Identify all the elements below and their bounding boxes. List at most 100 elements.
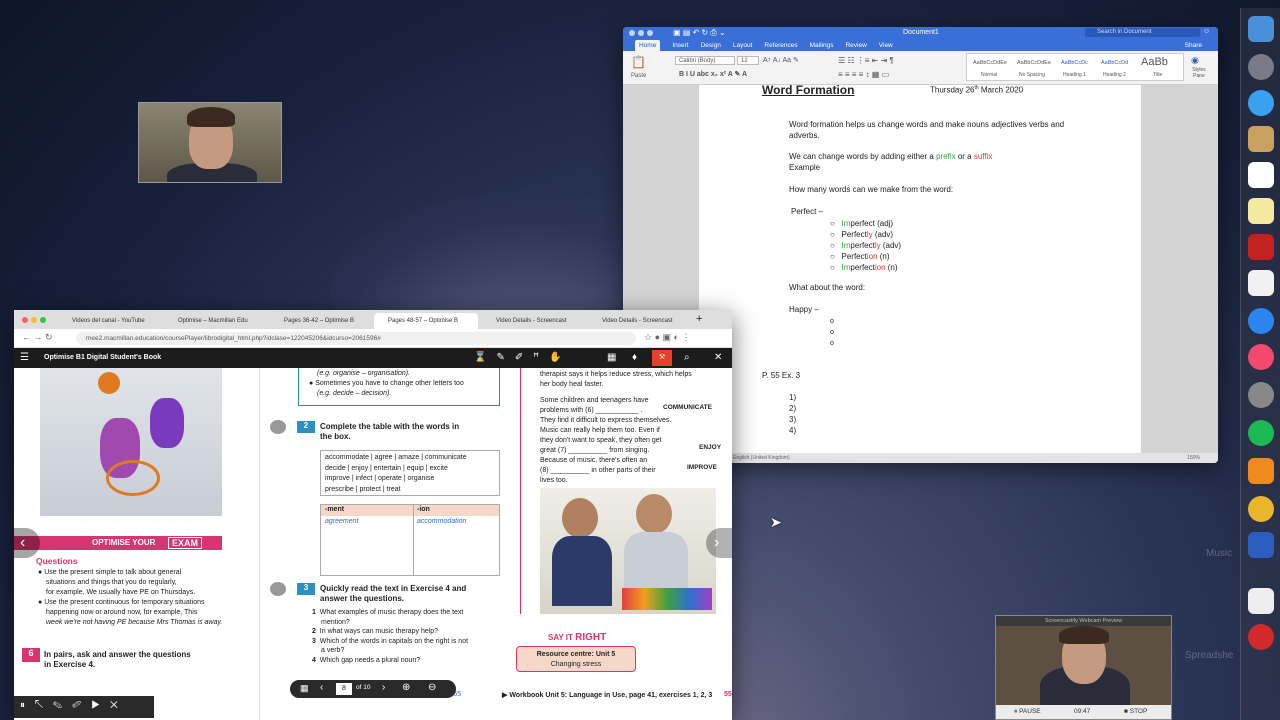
tab-insert[interactable]: Insert [672, 42, 688, 49]
styles-pane-icon[interactable]: ◉ [1191, 55, 1199, 66]
close-icon[interactable] [22, 317, 28, 323]
next-icon[interactable]: › [382, 682, 385, 693]
system-preferences-icon[interactable] [1248, 382, 1274, 408]
style-heading1-preview[interactable]: AaBbCcDc [1061, 60, 1088, 66]
tab-references[interactable]: References [764, 42, 797, 49]
browser-tab[interactable]: Optimise – Macmillan Edu [164, 313, 264, 329]
audio-icon[interactable] [270, 582, 286, 596]
acrobat-icon[interactable] [1248, 234, 1274, 260]
suffix-table: -ment -ion agreement accommodation [320, 504, 500, 576]
browser-tab[interactable]: Pages 36-42 – Optimise B [270, 313, 370, 329]
tab-review[interactable]: Review [845, 42, 866, 49]
style-heading2-preview[interactable]: AaBbCcDd [1101, 60, 1128, 66]
wrench-icon[interactable]: ⚒ [652, 350, 672, 366]
ebook-tool-icons[interactable]: ⌛✎✐ꟸ✋ [474, 348, 571, 368]
document-icon[interactable] [1248, 588, 1274, 614]
adblock-icon[interactable] [1248, 624, 1274, 650]
tab-mailings[interactable]: Mailings [810, 42, 834, 49]
tab-layout[interactable]: Layout [733, 42, 753, 49]
word-page[interactable]: Word Formation Thursday 26th March 2020 … [699, 83, 1141, 453]
question-item: 3 Which of the words in capitals on the … [312, 637, 469, 645]
maximize-icon[interactable] [647, 30, 653, 36]
grid-icon[interactable]: ▦ [607, 348, 616, 368]
tip-line: (e.g. organise – organisation). [317, 370, 410, 377]
safari-icon[interactable] [1248, 90, 1274, 116]
account-icon[interactable]: ☺ [1203, 28, 1210, 35]
browser-tab-active[interactable]: Pages 48-57 – Optimise B [374, 313, 478, 329]
doc-bullet: o [830, 329, 834, 336]
doc-question: How many words can we make from the word… [789, 185, 954, 194]
menu-icon[interactable]: ☰ [20, 348, 29, 368]
tab-view[interactable]: View [879, 42, 893, 49]
close-icon[interactable]: ✕ [714, 348, 722, 368]
music-icon[interactable] [1248, 344, 1274, 370]
browser-tab[interactable]: Video Details - Screencast [588, 313, 688, 329]
style-title-preview[interactable]: AaBb [1141, 56, 1168, 68]
resource-centre-box[interactable]: Resource centre: Unit 5 Changing stress [516, 646, 636, 672]
page-input[interactable]: 8 [336, 683, 352, 695]
question-item: 4 Which gap needs a plural noun? [312, 656, 421, 664]
share-button[interactable]: Share [1185, 42, 1202, 49]
nav-buttons[interactable]: ← → ↻ [22, 332, 53, 343]
tip-line: (e.g. decide – decision). [317, 390, 392, 397]
desktop-label-music: Music [1206, 548, 1233, 559]
finder-icon[interactable] [1248, 16, 1274, 42]
browser-tab[interactable]: Video Details - Screencast [482, 313, 582, 329]
spotify-icon[interactable] [1248, 420, 1274, 446]
zoom-in-icon[interactable]: ⊕ [402, 682, 410, 693]
quick-access-icons[interactable]: ▣ ▤ ↶ ↻ ⎙ ⌄ [673, 28, 726, 38]
launchpad-icon[interactable] [1248, 54, 1274, 80]
close-icon[interactable] [629, 30, 635, 36]
font-name-select[interactable]: Calibri (Body) [675, 56, 735, 65]
prev-icon[interactable]: ‹ [320, 682, 323, 693]
zoom-level[interactable]: 150% [1187, 453, 1200, 463]
doc-paragraph-2: We can change words by adding either a p… [789, 152, 993, 161]
word-search-input[interactable]: Search in Document [1085, 28, 1200, 37]
zoom-out-icon[interactable]: ⊖ [428, 682, 436, 693]
format-buttons[interactable]: B I U abc x₂ x² A ✎ A [679, 70, 747, 78]
tab-home[interactable]: Home [635, 39, 661, 51]
reminders-icon[interactable] [1248, 270, 1274, 296]
styles-pane-button[interactable]: Styles Pane [1186, 67, 1212, 79]
maximize-icon[interactable] [40, 317, 46, 323]
annotation-tool-icons[interactable]: ⏸↖✎✐▶✕ [20, 700, 128, 711]
extension-icons[interactable]: ☆ ● ▣ ◐ ⋮ [644, 332, 690, 343]
status-language[interactable]: English (United Kingdom) [733, 455, 790, 461]
word-app-icon[interactable] [1248, 532, 1274, 558]
search-icon[interactable]: ⌕ [684, 348, 690, 368]
address-bar[interactable]: mee2.macmillan.education/coursePlayer/li… [76, 332, 636, 345]
ebook-toolbar: ☰ Optimise B1 Digital Student's Book ⌛✎✐… [14, 348, 732, 368]
pause-button[interactable]: ⏸ PAUSE [1014, 708, 1041, 716]
style-nospacing-preview[interactable]: AaBbCcDdEe [1017, 60, 1051, 66]
font-size-select[interactable]: 12 [737, 56, 759, 65]
calendar-icon[interactable] [1248, 162, 1274, 188]
list-buttons[interactable]: ☰ ☷ ⋮≡ ⇤ ⇥ ¶ [838, 56, 894, 65]
book-title: Optimise B1 Digital Student's Book [44, 354, 162, 361]
tab-design[interactable]: Design [701, 42, 721, 49]
column-divider [259, 368, 260, 720]
preview-icon[interactable] [1248, 126, 1274, 152]
person-hair [187, 107, 235, 127]
align-buttons[interactable]: ≡ ≡ ≡ ≡ ↕ ▦ ▭ [838, 70, 889, 79]
thumbnails-icon[interactable]: ▦ [300, 683, 309, 694]
app-store-icon[interactable] [1248, 308, 1274, 334]
notes-icon[interactable] [1248, 198, 1274, 224]
pink-rule [520, 368, 521, 614]
style-heading1-label: Heading 1 [1063, 72, 1086, 78]
vlc-icon[interactable] [1248, 458, 1274, 484]
browser-tab[interactable]: Videos del canal - YouTube [58, 313, 158, 329]
minimize-icon[interactable] [31, 317, 37, 323]
doc-list-item: ○ Imperfectly (adv) [830, 241, 902, 250]
prev-page-arrow[interactable]: ‹ [14, 528, 40, 558]
next-page-arrow[interactable]: › [706, 528, 732, 558]
bulb-icon[interactable]: ♦ [632, 348, 637, 368]
paste-icon[interactable]: 📋 [631, 55, 646, 69]
minimize-icon[interactable] [638, 30, 644, 36]
audio-icon[interactable] [270, 420, 286, 434]
style-normal-preview[interactable]: AaBbCcDdEe [973, 60, 1007, 66]
new-tab-icon[interactable]: + [696, 313, 702, 325]
stop-button[interactable]: ■ STOP [1124, 708, 1147, 715]
font-grow-shrink-icons[interactable]: A↑ A↓ Aa ✎ [763, 56, 799, 64]
chrome-icon[interactable] [1248, 496, 1274, 522]
styles-gallery[interactable]: AaBbCcDdEe Normal AaBbCcDdEe No Spacing … [966, 53, 1184, 81]
